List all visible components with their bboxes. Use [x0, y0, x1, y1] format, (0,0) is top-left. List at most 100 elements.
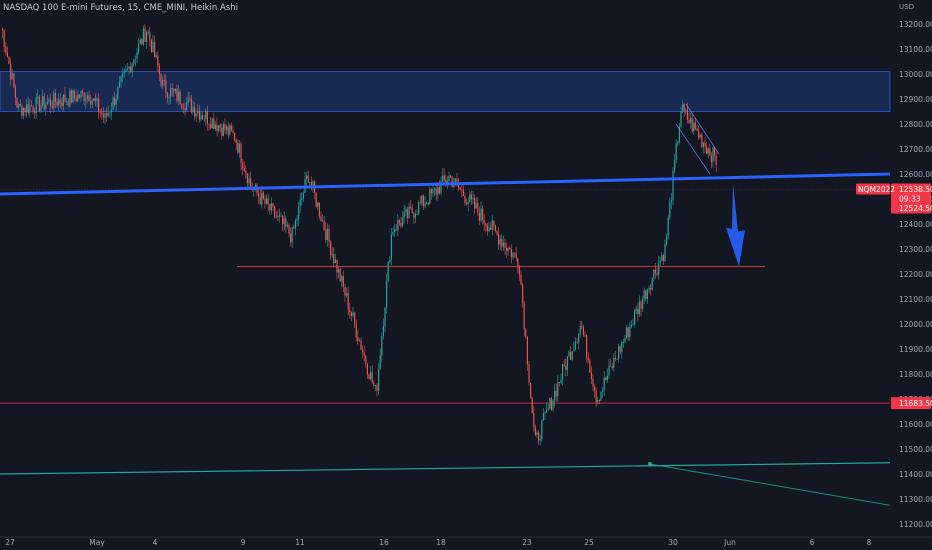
candle-body	[219, 125, 221, 128]
y-tick-label: 12600.00	[899, 170, 932, 179]
candle-body	[371, 372, 373, 383]
candle-body	[40, 105, 42, 112]
candle-body	[227, 126, 229, 135]
candle-body	[14, 86, 16, 98]
candle-body	[542, 413, 544, 421]
candle-body	[558, 382, 560, 384]
candle-body	[579, 326, 581, 335]
candle-body	[82, 91, 84, 93]
candle-body	[54, 92, 56, 103]
candle-body	[683, 104, 685, 111]
candle-body	[669, 202, 671, 218]
candle-body	[90, 101, 92, 105]
candle-body	[427, 202, 429, 205]
candle-body	[597, 400, 599, 403]
candle-body	[370, 372, 372, 380]
candle-body	[277, 215, 279, 218]
candle-body	[533, 413, 535, 428]
candle-body	[210, 124, 212, 129]
candle-body	[93, 98, 95, 101]
candle-body	[96, 98, 98, 102]
candle-body	[706, 146, 708, 154]
candle-body	[688, 119, 690, 123]
candle-body	[26, 104, 28, 113]
candle-body	[426, 202, 428, 204]
candle-body	[418, 202, 420, 215]
y-tick-label: 11600.00	[899, 420, 932, 429]
candle-body	[21, 105, 23, 116]
y-tick-label: 12300.00	[899, 245, 932, 254]
candle-body	[650, 288, 652, 290]
candle-body	[493, 220, 495, 226]
candle-body	[638, 301, 640, 315]
candle-body	[317, 202, 319, 207]
candle-body	[104, 113, 106, 118]
candle-body	[616, 359, 618, 360]
candle-body	[485, 223, 487, 226]
candle-body	[621, 342, 623, 353]
candle-body	[502, 242, 504, 247]
candle-body	[666, 236, 668, 244]
contract-label: NQM2022	[858, 185, 895, 194]
candle-body	[714, 147, 716, 157]
candle-body	[536, 432, 538, 435]
candle-body	[302, 192, 304, 199]
candle-body	[330, 241, 332, 256]
resistance-zone[interactable]	[0, 71, 891, 112]
candle-body	[365, 355, 367, 364]
candle-body	[368, 374, 370, 380]
candle-body	[34, 111, 36, 114]
candle-body	[571, 351, 573, 360]
candle-body	[632, 324, 634, 326]
candle-body	[166, 92, 168, 98]
candle-body	[66, 101, 68, 103]
candle-body	[413, 213, 415, 218]
candle-body	[230, 125, 232, 131]
candle-body	[362, 349, 364, 353]
candle-body	[410, 206, 412, 208]
candle-body	[299, 199, 301, 207]
candle-body	[109, 112, 111, 114]
candle-body	[261, 192, 263, 205]
candle-body	[149, 31, 151, 41]
candle-body	[24, 107, 26, 113]
candle-body	[272, 203, 274, 207]
x-tick-label: 8	[867, 538, 872, 547]
candle-body	[262, 192, 264, 199]
candle-body	[267, 198, 269, 205]
candle-body	[280, 215, 282, 217]
candle-body	[357, 337, 359, 342]
x-tick-label: 18	[436, 538, 446, 547]
candle-body	[186, 102, 188, 111]
candle-body	[16, 97, 18, 108]
candle-body	[336, 259, 338, 273]
candle-body	[483, 220, 485, 224]
candle-body	[482, 208, 484, 221]
x-tick-label: 25	[584, 538, 594, 547]
candle-body	[528, 364, 530, 383]
candle-body	[635, 309, 637, 312]
candle-body	[496, 230, 498, 235]
candle-body	[222, 123, 224, 136]
candle-body	[555, 390, 557, 397]
candle-body	[584, 334, 586, 336]
countdown-label: 09:33	[899, 195, 921, 204]
candle-body	[603, 377, 605, 390]
candle-body	[318, 202, 320, 217]
candle-body	[245, 170, 247, 174]
candle-body	[670, 200, 672, 203]
y-tick-label: 11500.00	[899, 445, 932, 454]
y-tick-label: 11300.00	[899, 495, 932, 504]
candle-body	[325, 229, 327, 240]
candle-body	[499, 239, 501, 245]
candle-body	[11, 73, 13, 80]
candle-body	[123, 71, 125, 74]
candle-body	[216, 124, 218, 131]
candle-body	[2, 29, 4, 31]
candle-body	[178, 91, 180, 101]
candle-body	[307, 175, 309, 183]
trendline-anchor-point[interactable]	[648, 462, 652, 466]
candle-body	[699, 134, 701, 138]
chart-canvas[interactable]: 11200.00 11300.00 11400.00 11500.00 11600.00…	[0, 0, 932, 550]
candle-body	[120, 76, 122, 82]
